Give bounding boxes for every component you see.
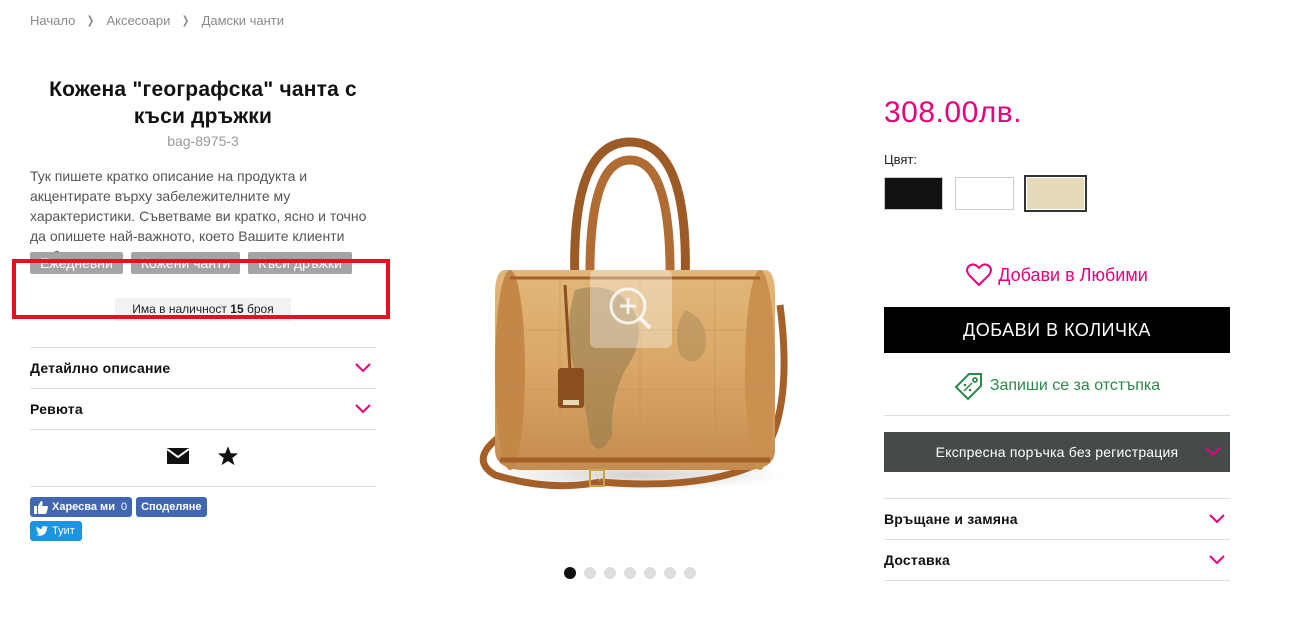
color-swatches [884,177,1230,210]
chevron-down-icon [1205,447,1221,457]
gallery-dot[interactable] [684,567,696,579]
product-info-column: Кожена "географска" чанта с къси дръжки … [30,76,376,541]
breadcrumb: Начало ❯ Аксесоари ❯ Дамски чанти [30,13,284,28]
chevron-down-icon [355,404,371,414]
color-swatch[interactable] [1026,177,1085,210]
chevron-down-icon [1209,555,1225,565]
discount-label: Запиши се за отстъпка [989,377,1161,394]
stock-count: 15 [230,302,244,316]
discount-signup-link[interactable]: Запиши се за отстъпка [884,372,1230,400]
accordion-returns-exchange[interactable]: Връщане и замяна [884,499,1230,540]
tag-leather-bags[interactable]: Кожени чанти [130,252,241,274]
color-swatch[interactable] [884,177,943,210]
chevron-down-icon [1209,514,1225,524]
discount-tag-icon [954,373,982,400]
gallery-dot[interactable] [644,567,656,579]
tag-short-handles[interactable]: Къси дръжки [248,252,352,274]
twitter-bird-icon [36,526,48,536]
gallery-dot[interactable] [664,567,676,579]
breadcrumb-separator-icon: ❯ [182,15,190,27]
left-accordion: Детайлно описание Ревюта [30,347,376,430]
chevron-down-icon [355,363,371,373]
product-price: 308.00лв. [884,96,1023,129]
favorites-label: Добави в Любими [998,264,1148,285]
heart-icon [966,263,993,287]
gallery-dot[interactable] [584,567,596,579]
social-buttons: Харесва ми 0 Споделяне Туит [30,497,376,541]
accordion-reviews[interactable]: Ревюта [30,389,376,430]
purchase-column: 308.00лв. Цвят: Добави в Любими ДОБАВИ В… [884,96,1230,581]
zoom-in-icon [609,287,652,330]
color-label: Цвят: [884,152,917,167]
breadcrumb-women-bags[interactable]: Дамски чанти [202,13,284,28]
mail-icon[interactable] [166,447,190,469]
gallery-dot[interactable] [624,567,636,579]
express-order-button[interactable]: Експресна поръчка без регистрация [884,432,1230,472]
tweet-button[interactable]: Туит [30,521,82,541]
facebook-like-count: 0 [120,501,128,513]
accordion-label: Детайлно описание [30,360,171,376]
breadcrumb-accessories[interactable]: Аксесоари [107,13,171,28]
gallery-dot[interactable] [564,567,576,579]
gallery-pagination [564,567,696,579]
facebook-like-button[interactable]: Харесва ми 0 [30,497,133,517]
thumbs-up-icon [34,500,48,514]
breadcrumb-separator-icon: ❯ [87,15,95,27]
accordion-delivery[interactable]: Доставка [884,540,1230,581]
product-short-description: Тук пишете кратко описание на продукта и… [30,168,367,252]
star-icon[interactable] [217,445,239,472]
color-swatch[interactable] [955,177,1014,210]
breadcrumb-home[interactable]: Начало [30,13,75,28]
stock-status: Има в наличност 15 броя [115,298,291,321]
right-accordion: Връщане и замяна Доставка [884,498,1230,581]
accordion-detailed-description[interactable]: Детайлно описание [30,348,376,389]
accordion-label: Ревюта [30,401,83,417]
express-order-label: Експресна поръчка без регистрация [935,444,1179,460]
facebook-like-label: Харесва ми [52,501,115,513]
tag-everyday[interactable]: Ежедневни [30,252,123,274]
tweet-label: Туит [52,525,75,537]
add-to-cart-button[interactable]: ДОБАВИ В КОЛИЧКА [884,307,1230,353]
facebook-share-button[interactable]: Споделяне [136,497,207,517]
product-tags: Ежедневни Кожени чанти Къси дръжки [30,252,376,274]
zoom-overlay[interactable] [590,270,672,348]
divider [884,415,1230,416]
product-title: Кожена "географска" чанта с къси дръжки [49,78,357,128]
product-sku: bag-8975-3 [167,133,239,149]
stock-suffix: броя [246,302,274,316]
stock-prefix: Има в наличност [132,302,227,316]
accordion-label: Връщане и замяна [884,511,1018,527]
accordion-label: Доставка [884,552,950,568]
share-icons [30,430,376,487]
add-to-favorites-button[interactable]: Добави в Любими [884,263,1230,287]
gallery-dot[interactable] [604,567,616,579]
